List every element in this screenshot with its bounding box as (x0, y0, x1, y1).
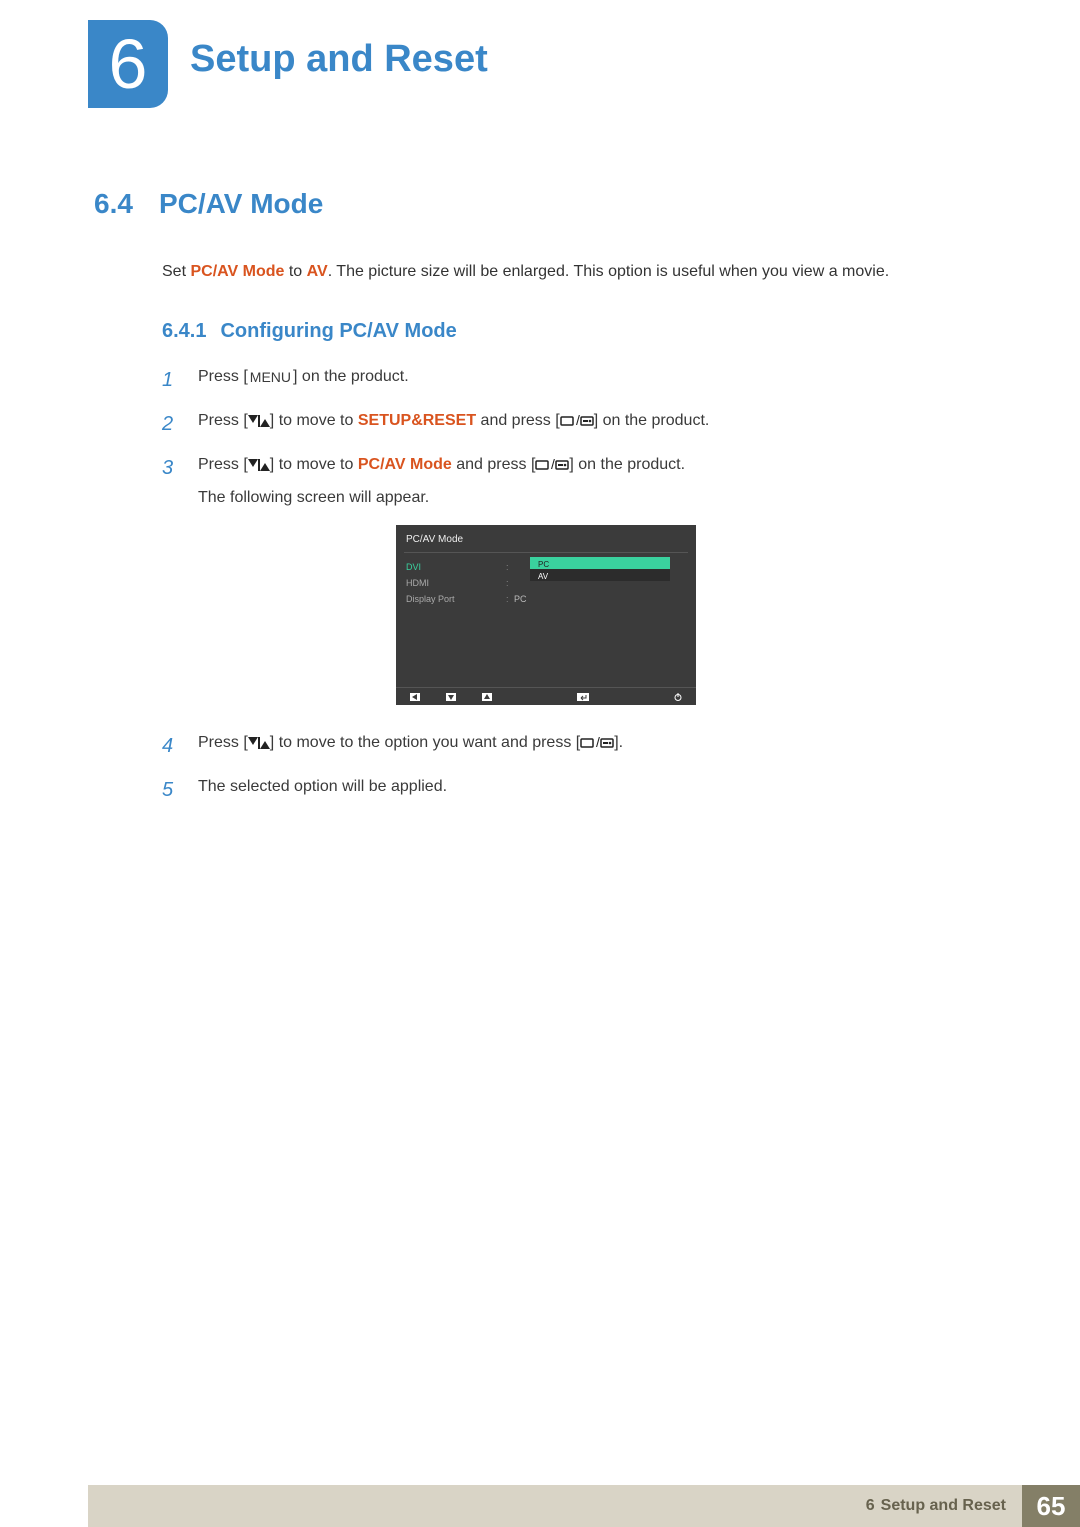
osd-value: PC (514, 592, 527, 607)
chapter-tab: 6 (88, 20, 168, 108)
step-text: The selected option will be applied. (198, 773, 974, 800)
osd-screenshot: PC/AV Mode DVI : HDMI : Display Port (396, 525, 696, 705)
step-number: 4 (162, 729, 180, 763)
subsection-heading: 6.4.1 Configuring PC/AV Mode (162, 320, 974, 343)
source-enter-icon: / (580, 735, 614, 749)
step-number: 5 (162, 773, 180, 807)
osd-footer (396, 687, 696, 705)
section-heading: 6.4 PC/AV Mode (94, 188, 974, 220)
step-text: and press [ (452, 456, 536, 473)
step-5: 5 The selected option will be applied. (162, 773, 974, 807)
step-body: The selected option will be applied. (198, 773, 974, 806)
step-text: The following screen will appear. (198, 484, 974, 511)
left-arrow-icon (410, 693, 420, 701)
up-arrow-icon (482, 693, 492, 701)
intro-text: Set (162, 263, 190, 280)
source-enter-icon: / (560, 413, 594, 427)
osd-footer-left (410, 693, 492, 701)
step-text: Press [ (198, 734, 248, 751)
step-text: ] to move to the option you want and pre… (270, 734, 580, 751)
step-text: Press [ (198, 412, 248, 429)
step-1: 1 Press [MENU] on the product. (162, 363, 974, 397)
step-2: 2 Press [ ] to move to SETUP&RESET and pr… (162, 407, 974, 441)
enter-icon (577, 693, 589, 701)
subsection-title: Configuring PC/AV Mode (220, 320, 456, 342)
step-text: ] on the product. (569, 456, 685, 473)
step-number: 2 (162, 407, 180, 441)
step-text: Press [ (198, 368, 248, 385)
power-icon (674, 693, 682, 701)
osd-colon: : (506, 592, 514, 607)
menu-button-label: MENU (248, 366, 293, 390)
osd-dropdown: PC AV (530, 557, 670, 581)
footer-chapter: 6 Setup and Reset (850, 1485, 1022, 1527)
svg-text:/: / (576, 413, 580, 427)
osd-separator (404, 552, 688, 553)
step-body: Press [ ] to move to the option you want … (198, 729, 974, 762)
intro-text: . The picture size will be enlarged. Thi… (328, 263, 889, 280)
step-text: ] to move to (270, 456, 358, 473)
osd-colon: : (506, 576, 514, 591)
footer-chapter-title: Setup and Reset (881, 1497, 1006, 1515)
section-intro: Set PC/AV Mode to AV. The picture size w… (162, 260, 974, 284)
footer-chapter-number: 6 (866, 1497, 875, 1515)
section-number: 6.4 (94, 188, 133, 219)
step-number: 3 (162, 451, 180, 485)
down-up-arrow-icon (248, 737, 270, 749)
section-title: PC/AV Mode (159, 188, 323, 219)
osd-label: DVI (406, 560, 506, 575)
intro-highlight: AV (307, 263, 328, 280)
step-text: and press [ (476, 412, 560, 429)
footer-spacer (0, 1485, 850, 1527)
step-number: 1 (162, 363, 180, 397)
osd-body: DVI : HDMI : Display Port : PC (396, 559, 696, 607)
steps-list: 1 Press [MENU] on the product. 2 Press [… (162, 363, 974, 807)
svg-text:/: / (551, 457, 555, 471)
section-body: 6.4PC/AV Mode Set PC/AV Mode to AV. The … (94, 188, 974, 817)
step-body: Press [MENU] on the product. (198, 363, 974, 396)
step-body: Press [ ] to move to SETUP&RESET and pres… (198, 407, 974, 440)
subsection-number: 6.4.1 (162, 320, 206, 342)
down-up-arrow-icon (248, 459, 270, 471)
osd-option-pc: PC (530, 557, 670, 569)
osd-colon: : (506, 560, 514, 575)
osd-option-av: AV (530, 569, 670, 581)
page-footer: 6 Setup and Reset 65 (0, 1485, 1080, 1527)
osd-label: HDMI (406, 576, 506, 591)
step-text: ] to move to (270, 412, 358, 429)
chapter-number: 6 (109, 29, 148, 99)
step-highlight: PC/AV Mode (358, 456, 452, 473)
intro-text: to (284, 263, 306, 280)
osd-title: PC/AV Mode (396, 525, 696, 552)
step-text: ] on the product. (594, 412, 710, 429)
osd-label: Display Port (406, 592, 506, 607)
step-text: ]. (614, 734, 623, 751)
down-arrow-icon (446, 693, 456, 701)
step-text: Press [ (198, 456, 248, 473)
footer-page-number: 65 (1022, 1485, 1080, 1527)
down-up-arrow-icon (248, 415, 270, 427)
chapter-title: Setup and Reset (190, 38, 488, 81)
step-text: ] on the product. (293, 368, 409, 385)
osd-row-display-port: Display Port : PC (406, 591, 686, 607)
step-4: 4 Press [ ] to move to the option you wan… (162, 729, 974, 763)
step-body: Press [ ] to move to PC/AV Mode and press… (198, 451, 974, 719)
svg-text:/: / (596, 735, 600, 749)
step-3: 3 Press [ ] to move to PC/AV Mode and pre… (162, 451, 974, 719)
step-highlight: SETUP&RESET (358, 412, 476, 429)
intro-highlight: PC/AV Mode (190, 263, 284, 280)
source-enter-icon: / (535, 457, 569, 471)
